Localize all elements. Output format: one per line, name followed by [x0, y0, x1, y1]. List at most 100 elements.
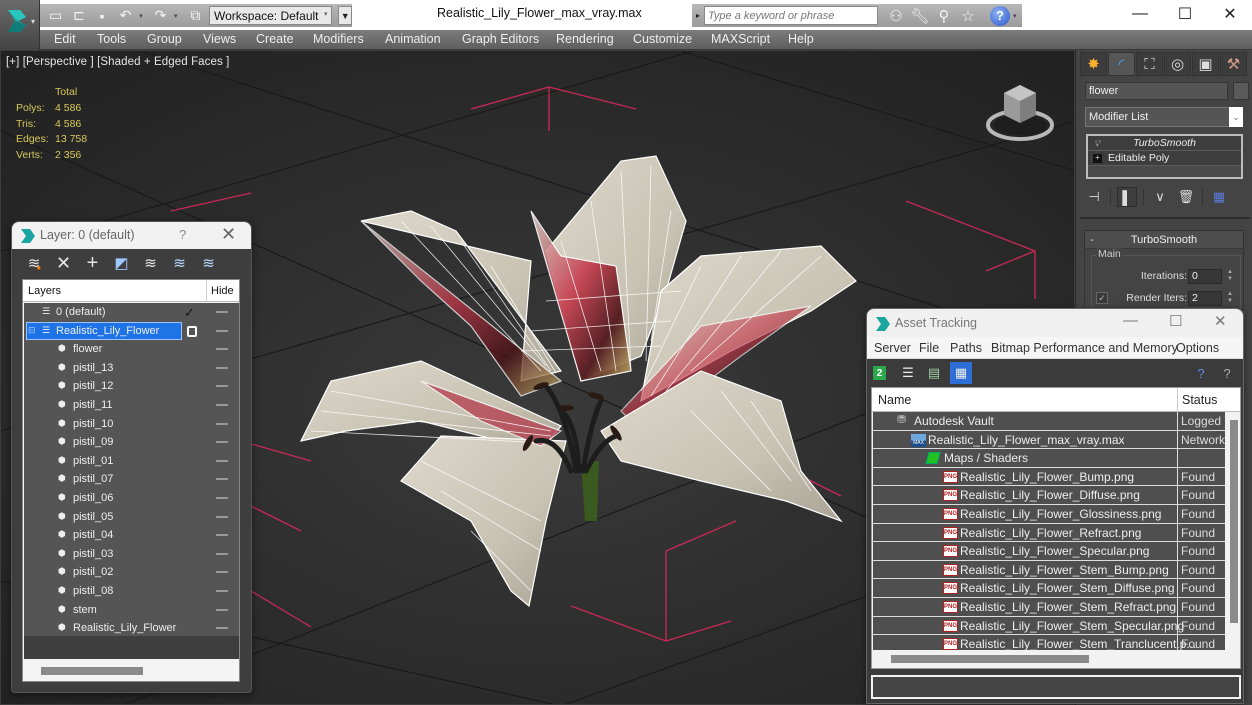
context-help-icon[interactable]: ? — [1217, 363, 1237, 383]
menu-bitmap-performance[interactable]: Bitmap Performance and Memory — [991, 341, 1178, 355]
layer-row-realistic-lily-flower[interactable]: ⊟ ☰ Realistic_Lily_Flower — [24, 321, 239, 341]
iterations-spinner[interactable]: ▲ ▼ — [1225, 269, 1235, 284]
help-icon[interactable]: ? — [990, 5, 1010, 26]
stack-item-editable-poly[interactable]: + Editable Poly — [1088, 151, 1241, 166]
hide-toggle[interactable] — [216, 329, 228, 332]
menu-customize[interactable]: Customize — [633, 32, 692, 46]
column-hide[interactable]: Hide — [211, 285, 234, 297]
menu-options[interactable]: Options — [1176, 341, 1219, 355]
binoculars-icon[interactable]: ⚇ — [884, 6, 908, 26]
object-row[interactable]: ⬢ stem — [24, 601, 239, 620]
hide-toggle[interactable] — [216, 422, 228, 425]
menu-animation[interactable]: Animation — [385, 32, 441, 46]
utilities-tab[interactable]: ⚒ — [1220, 52, 1247, 76]
object-row[interactable]: ⬢ pistil_01 — [24, 452, 239, 471]
asset-row[interactable]: PNG Realistic_Lily_Flower_Stem_Specular.p… — [873, 616, 1225, 636]
column-name[interactable]: Name — [878, 393, 911, 407]
dialog-title-bar[interactable]: Layer: 0 (default) ? ✕ — [12, 222, 251, 249]
asset-row[interactable]: Maps / Shaders — [873, 449, 1225, 468]
object-row[interactable]: ⬢ Realistic_Lily_Flower — [24, 619, 239, 638]
star-icon[interactable]: ☆ — [956, 6, 980, 26]
modifier-list-dropdown[interactable]: Modifier List — [1085, 107, 1235, 127]
hide-toggle[interactable] — [216, 627, 228, 630]
save-icon[interactable]: ▪ — [93, 7, 112, 25]
hide-toggle[interactable] — [216, 515, 228, 518]
minimize-button[interactable]: — — [1117, 2, 1163, 26]
layer-row-default[interactable]: ☰ 0 (default) ✓ — [24, 303, 239, 322]
asset-row[interactable]: MAX Realistic_Lily_Flower_max_vray.max Net… — [873, 430, 1225, 450]
show-end-result-icon[interactable]: ▌ — [1117, 187, 1137, 207]
add-to-layer-icon[interactable]: + — [82, 252, 103, 274]
object-color-swatch[interactable] — [1233, 82, 1249, 100]
application-menu-button[interactable]: ▾ — [0, 0, 40, 50]
render-iters-input[interactable]: 2 — [1188, 290, 1222, 306]
hide-toggle[interactable] — [216, 459, 228, 462]
menu-tools[interactable]: Tools — [97, 32, 126, 46]
help-button[interactable]: ? — [179, 227, 186, 242]
close-button[interactable]: ✕ — [1214, 312, 1227, 330]
asset-row[interactable]: PNG Realistic_Lily_Flower_Glossiness.png F… — [873, 504, 1225, 524]
undo-icon[interactable]: ↶ — [116, 7, 135, 25]
lightbulb-icon[interactable]: 💡︎ — [1090, 138, 1104, 149]
object-row[interactable]: ⬢ pistil_09 — [24, 433, 239, 452]
object-row[interactable]: ⬢ pistil_07 — [24, 470, 239, 489]
hide-toggle[interactable] — [216, 571, 228, 574]
stack-item-turbosmooth[interactable]: 💡︎ TurboSmooth — [1088, 136, 1241, 151]
object-row[interactable]: ⬢ pistil_11 — [24, 396, 239, 415]
menu-rendering[interactable]: Rendering — [556, 32, 614, 46]
hide-toggle[interactable] — [216, 366, 228, 369]
maximize-button[interactable]: ☐ — [1169, 312, 1182, 330]
undo-dropdown-icon[interactable]: ▾ — [139, 12, 147, 20]
display-tab[interactable]: ▣ — [1192, 52, 1219, 76]
hide-toggle[interactable] — [216, 608, 228, 611]
object-row[interactable]: ⬢ pistil_02 — [24, 563, 239, 582]
workspace-dropdown[interactable]: Workspace: Default ▾ — [209, 6, 333, 25]
asset-row[interactable]: PNG Realistic_Lily_Flower_Stem_Bump.png Fo… — [873, 560, 1225, 580]
column-status[interactable]: Status — [1182, 393, 1217, 407]
menu-graph-editors[interactable]: Graph Editors — [462, 32, 539, 46]
redo-dropdown-icon[interactable]: ▾ — [174, 12, 182, 20]
menu-create[interactable]: Create — [256, 32, 294, 46]
customize-toolbar-button[interactable]: ▼ — [338, 6, 353, 25]
menu-group[interactable]: Group — [147, 32, 182, 46]
chevron-down-icon[interactable]: ⌄ — [1229, 107, 1243, 127]
iterations-input[interactable]: 0 — [1188, 268, 1222, 284]
menu-maxscript[interactable]: MAXScript — [711, 32, 770, 46]
open-folder-icon[interactable]: ⊏ — [69, 7, 88, 25]
hide-toggle[interactable] — [216, 441, 228, 444]
asset-row[interactable]: PNG Realistic_Lily_Flower_Bump.png Found — [873, 467, 1225, 487]
select-objects-icon[interactable]: ◩ — [111, 253, 132, 274]
hide-toggle[interactable] — [216, 534, 228, 537]
menu-views[interactable]: Views — [203, 32, 236, 46]
asset-row[interactable]: PNG Realistic_Lily_Flower_Refract.png Foun… — [873, 523, 1225, 543]
minimize-button[interactable]: — — [1123, 312, 1138, 329]
dialog-title-bar[interactable]: Asset Tracking — ☐ ✕ — [867, 309, 1243, 337]
list-view-icon[interactable]: ☰ — [898, 363, 918, 383]
remove-modifier-icon[interactable]: 🗑︎ — [1176, 187, 1196, 207]
hierarchy-tab[interactable]: ⛶ — [1136, 52, 1163, 76]
pin-stack-icon[interactable]: ⊣ — [1084, 187, 1104, 207]
hide-toggle[interactable] — [216, 552, 228, 555]
hide-toggle[interactable] — [216, 311, 228, 313]
select-layer-icon[interactable]: ≋ — [140, 253, 161, 274]
expand-plus-icon[interactable]: + — [1093, 153, 1102, 163]
menu-modifiers[interactable]: Modifiers — [313, 32, 364, 46]
help-icon[interactable]: ? — [1191, 363, 1211, 383]
close-button[interactable]: ✕ — [221, 224, 236, 245]
modify-tab[interactable]: ◜ — [1108, 52, 1135, 76]
menu-edit[interactable]: Edit — [54, 32, 76, 46]
table-view-icon[interactable]: ▦ — [950, 362, 972, 384]
collapse-icon[interactable]: ⊟ — [28, 325, 36, 336]
object-row[interactable]: ⬢ pistil_06 — [24, 489, 239, 508]
satellite-icon[interactable]: ⚲ — [932, 6, 956, 26]
close-button[interactable]: ✕ — [1207, 2, 1252, 26]
menu-paths[interactable]: Paths — [950, 341, 982, 355]
new-file-icon[interactable]: ▭ — [46, 7, 65, 25]
menu-file[interactable]: File — [919, 341, 939, 355]
asset-row[interactable]: PNG Realistic_Lily_Flower_Stem_Diffuse.pn… — [873, 579, 1225, 598]
rollout-header[interactable]: - TurboSmooth — [1085, 231, 1243, 249]
object-row[interactable]: ⬢ pistil_12 — [24, 377, 239, 396]
make-unique-icon[interactable]: ∨ — [1150, 187, 1170, 207]
hide-toggle[interactable] — [216, 496, 228, 499]
search-input[interactable] — [704, 6, 878, 25]
